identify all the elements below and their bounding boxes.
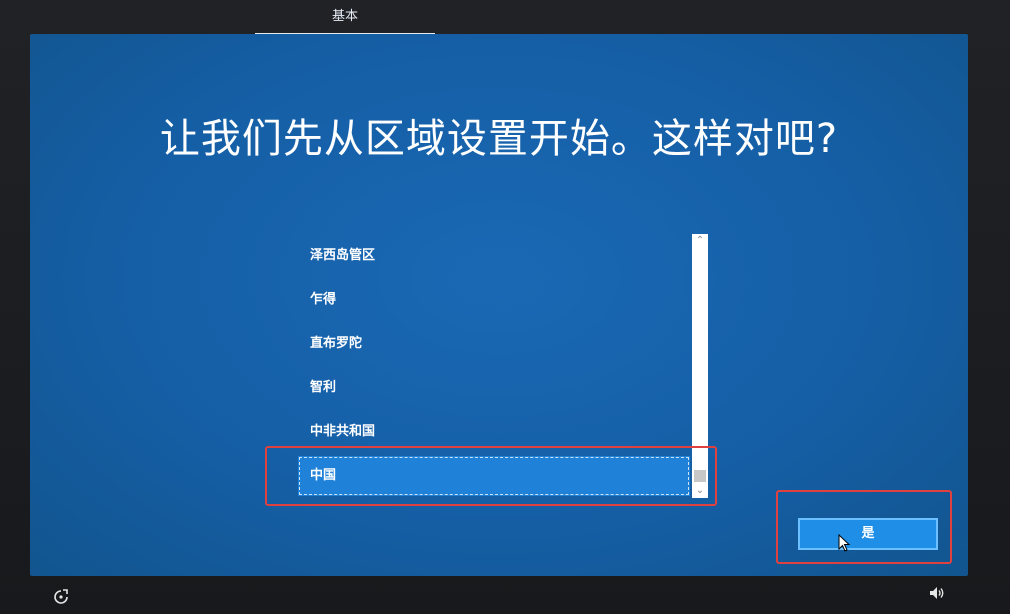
page-title: 让我们先从区域设置开始。这样对吧? <box>159 116 839 162</box>
chevron-up-icon[interactable]: ⌃ <box>692 234 708 248</box>
mouse-cursor-icon <box>838 534 851 552</box>
annotation-highlight-selected-region <box>265 446 717 506</box>
list-item-region[interactable]: 乍得 <box>298 280 690 320</box>
oobe-screen: 让我们先从区域设置开始。这样对吧? 泽西岛管区 乍得 直布罗陀 智利 中非共和国… <box>30 34 968 576</box>
list-item-region[interactable]: 泽西岛管区 <box>298 236 690 276</box>
accessibility-icon[interactable] <box>52 588 70 606</box>
list-item-region[interactable]: 直布罗陀 <box>298 324 690 364</box>
speaker-icon[interactable] <box>928 584 946 602</box>
list-item-region[interactable]: 智利 <box>298 368 690 408</box>
tab-basics[interactable]: 基本 <box>255 0 435 34</box>
annotation-highlight-yes-button <box>776 490 952 564</box>
